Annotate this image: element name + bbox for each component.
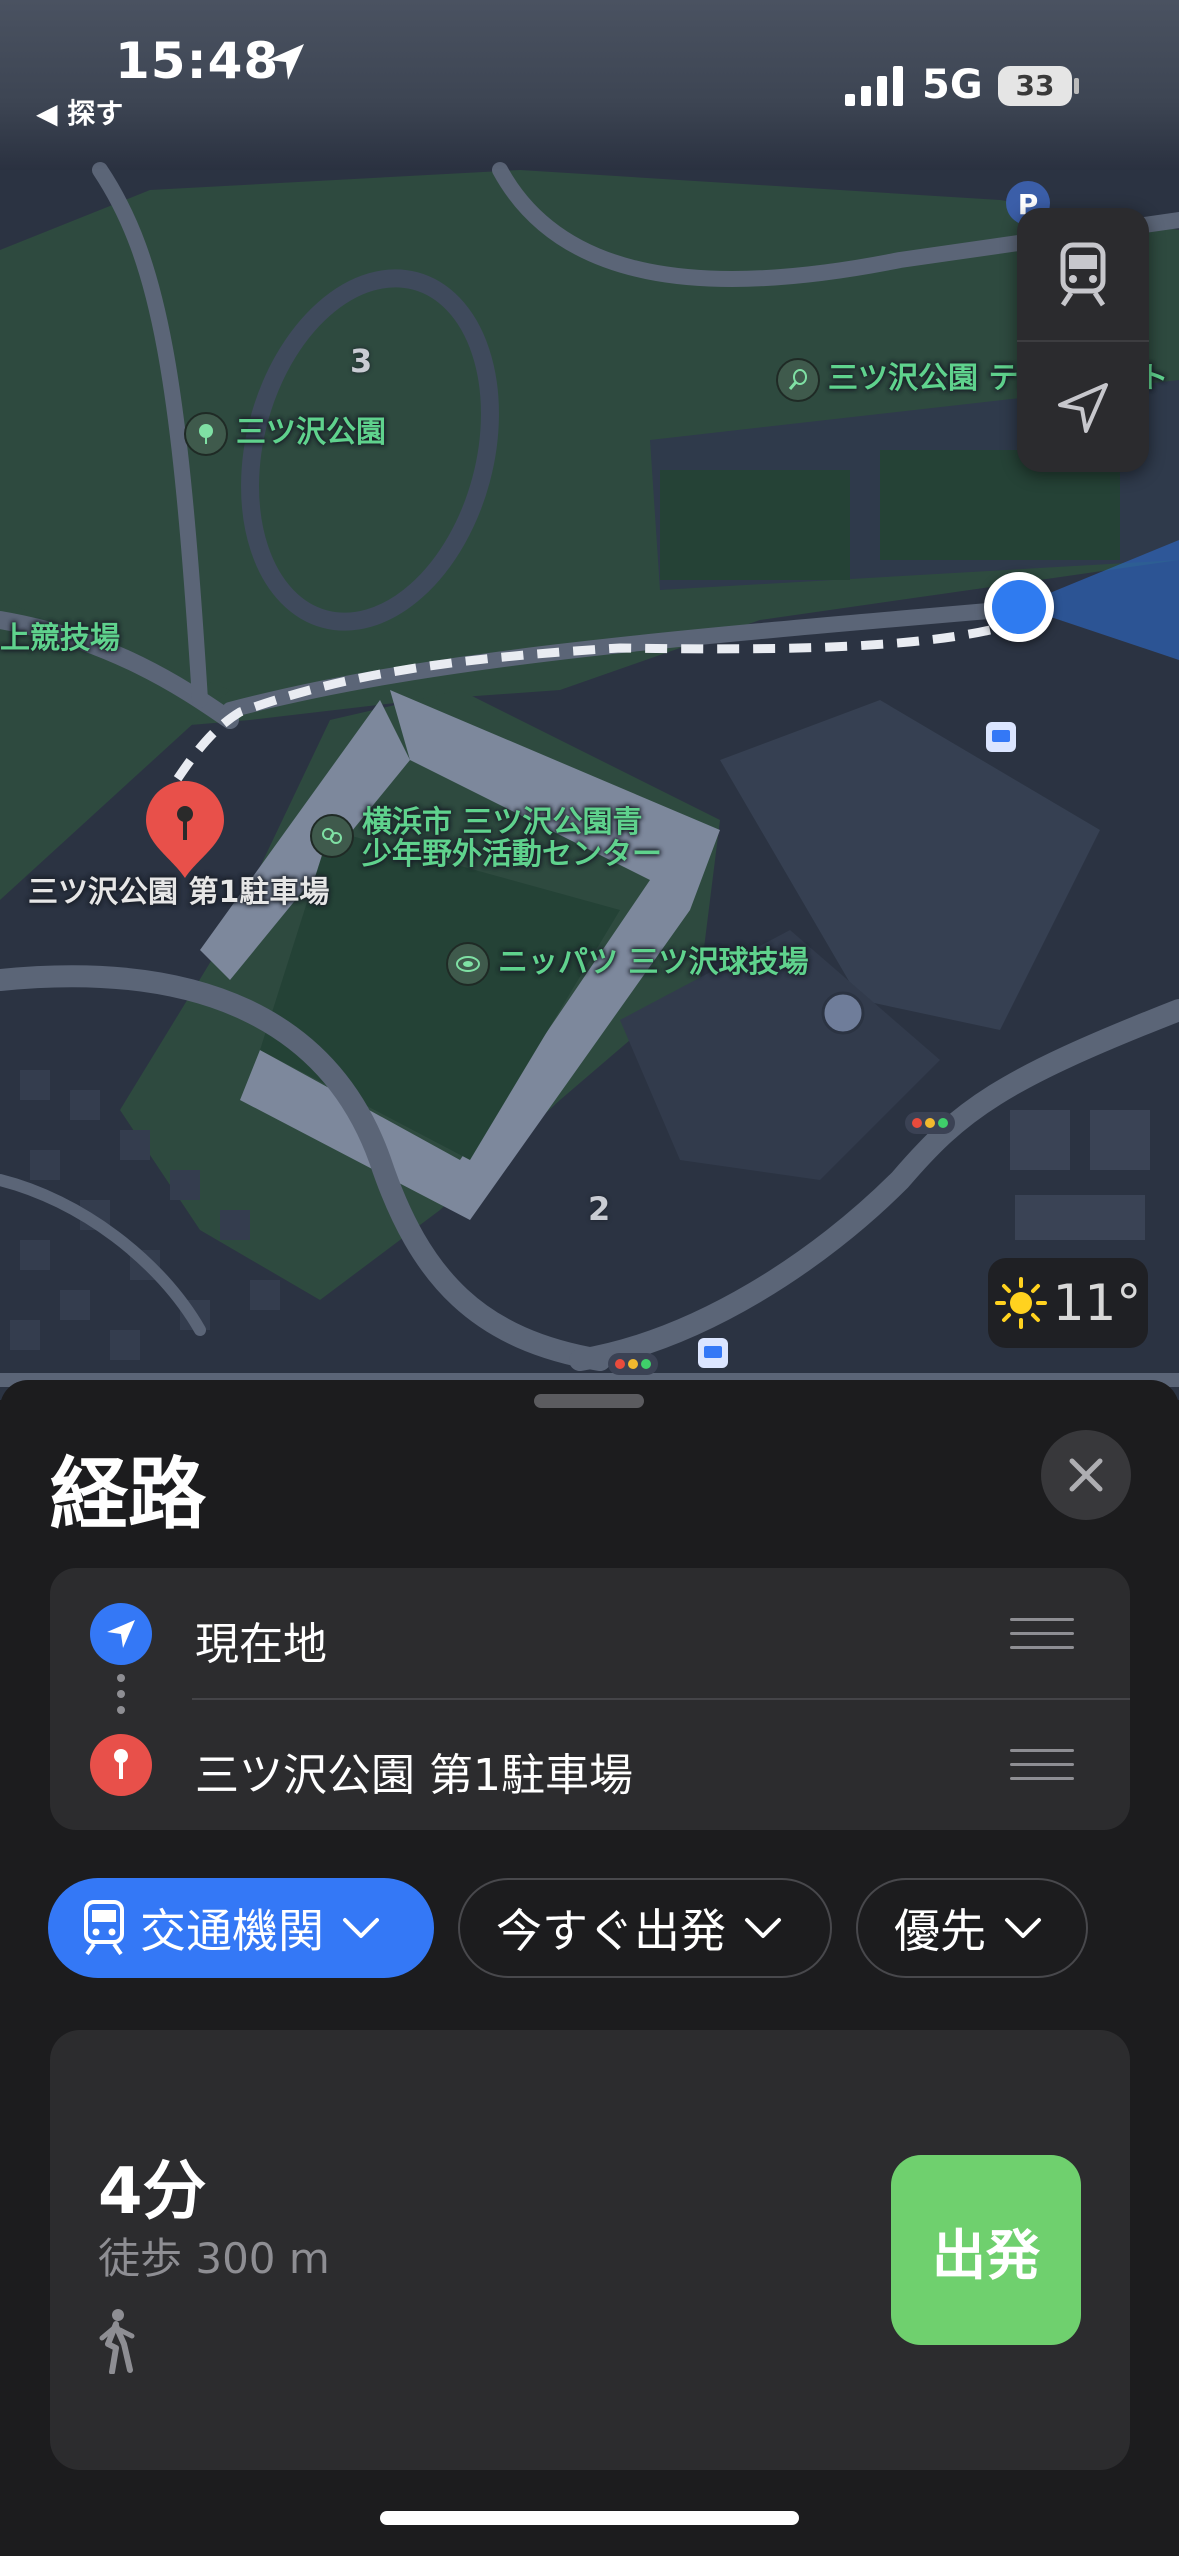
departure-time-label: 今すぐ出発 [496,1904,726,1958]
destination-icon [90,1734,152,1796]
route-destination-text: 三ツ沢公園 第1駐車場 [195,1750,633,1801]
weather-badge[interactable]: 11° [988,1258,1148,1348]
transport-mode-chip[interactable]: 交通機関 [48,1878,434,1978]
train-icon [1060,242,1106,307]
weather-temperature: 11° [1052,1274,1142,1332]
location-services-icon [268,44,304,80]
destination-pin-label[interactable]: 三ツ沢公園 第1駐車場 [28,876,329,910]
map-controls [1017,208,1149,472]
home-indicator[interactable] [380,2511,799,2525]
ballpark-label[interactable]: ニッパツ 三ツ沢球技場 [498,946,808,980]
youth-center-label-line2[interactable]: 少年野外活動センター [362,838,662,872]
youth-center-label-line1[interactable]: 横浜市 三ツ沢公園青 [362,806,642,840]
chevron-down-icon [1005,1918,1041,1938]
go-button[interactable]: 出発 [891,2155,1081,2345]
back-to-app-link[interactable]: ◀ 探す [36,92,123,132]
chevron-down-icon [343,1918,379,1938]
map-view[interactable]: P 三ツ沢公園 三ツ沢公園 テニスコート 上競技場 三ツ沢公園 第1駐車場 横浜… [0,0,1179,1400]
drag-handle-icon[interactable] [1010,1749,1074,1781]
chevron-down-icon [745,1918,781,1938]
battery-tip [1074,78,1079,94]
transport-mode-label: 交通機関 [140,1904,324,1958]
transit-map-button[interactable] [1017,208,1149,340]
park-label[interactable]: 三ツ沢公園 [236,416,386,450]
battery-indicator: 33 [998,66,1072,106]
athletics-label[interactable]: 上競技場 [0,622,120,656]
train-icon [84,1900,124,1956]
route-eta: 4分 [98,2155,207,2229]
block-number-2: 2 [588,1190,611,1228]
route-destination-row[interactable]: 三ツ沢公園 第1駐車場 [50,1699,1130,1830]
drag-handle-icon[interactable] [1010,1618,1074,1650]
directions-sheet: 経路 現在地 三ツ沢公園 第1駐車場 交通機関 今すぐ出発 優先 4分 徒歩 3… [0,1380,1179,2556]
sheet-title: 経路 [50,1450,207,1540]
route-origin-row[interactable]: 現在地 [50,1568,1130,1699]
preferences-chip[interactable]: 優先 [856,1878,1088,1978]
cellular-signal-icon [845,66,903,106]
park-icon [184,412,228,456]
network-type: 5G [922,62,983,108]
preferences-label: 優先 [894,1904,986,1958]
walking-icon [99,2309,135,2374]
destination-pin-icon[interactable] [142,778,228,882]
sheet-grabber[interactable] [534,1394,644,1408]
location-arrow-icon [1058,383,1108,433]
status-time: 15:48 [115,32,280,90]
departure-time-chip[interactable]: 今すぐ出発 [458,1878,832,1978]
activity-center-icon [310,814,354,858]
close-button[interactable] [1041,1430,1131,1520]
locate-me-button[interactable] [1017,342,1149,474]
sun-icon [994,1277,1047,1329]
stadium-icon [446,942,490,986]
status-bar: 15:48 ◀ 探す 5G 33 [0,0,1179,170]
origin-icon [90,1603,152,1665]
route-detail: 徒歩 300 m [98,2234,330,2283]
block-number-3: 3 [350,342,373,380]
route-origin-text: 現在地 [195,1619,327,1670]
route-card: 現在地 三ツ沢公園 第1駐車場 [50,1568,1130,1830]
close-icon [1069,1458,1103,1492]
user-location-icon [984,572,1054,642]
route-result-card[interactable]: 4分 徒歩 300 m 出発 [50,2030,1130,2470]
tennis-icon [776,358,820,402]
